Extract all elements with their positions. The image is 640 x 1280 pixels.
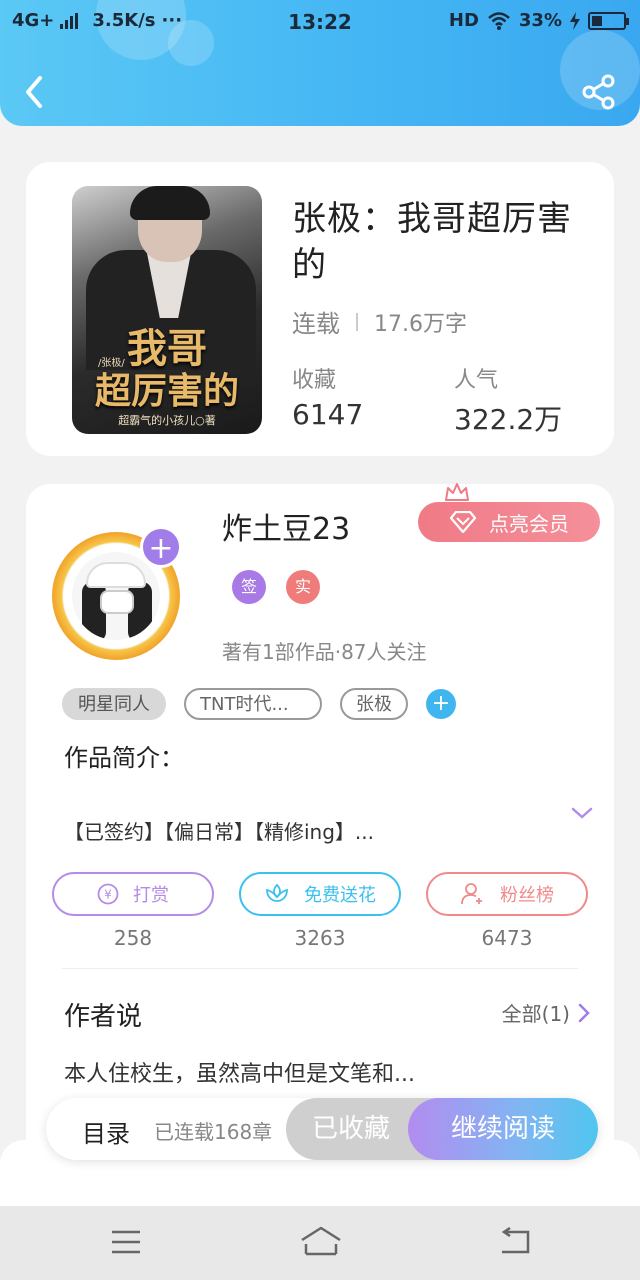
charging-icon — [570, 11, 580, 30]
tag-item[interactable]: TNT时代... — [184, 688, 322, 720]
chevron-right-icon — [578, 1003, 590, 1022]
meta-divider — [356, 312, 358, 331]
header-bar: 4G+ 3.5K/s ··· 13:22 HD 33% — [0, 0, 640, 126]
send-flower-label: 免费送花 — [304, 885, 376, 906]
fan-user-icon — [461, 883, 482, 905]
divider — [62, 968, 578, 969]
send-flower-button[interactable]: 免费送花 — [239, 872, 401, 916]
word-count: 17.6万字 — [374, 311, 467, 337]
tag-item[interactable]: 明星同人 — [62, 688, 166, 720]
verified-badge: 实 — [286, 570, 320, 604]
wifi-icon — [488, 11, 510, 30]
fan-ranking-label: 粉丝榜 — [500, 885, 554, 906]
crown-icon — [445, 483, 469, 501]
diamond-icon — [449, 511, 477, 533]
cover-title-line2: 超厉害的 — [94, 370, 239, 412]
flower-icon — [266, 883, 288, 902]
reward-label: 打赏 — [133, 885, 169, 906]
book-meta: 连载 17.6万字 — [292, 304, 467, 339]
vip-button[interactable]: 点亮会员 — [418, 502, 600, 542]
cover-author: 超霸气的小孩儿○著 — [118, 414, 216, 427]
author-says-all-link[interactable]: 全部(1) — [502, 998, 590, 1027]
reward-count: 258 — [113, 926, 153, 950]
popularity-label: 人气 — [454, 368, 499, 393]
bottom-action-bar: 目录 已连载168章 已收藏 继续阅读 — [46, 1098, 598, 1160]
yuan-coin-icon: ¥ — [97, 883, 119, 905]
favorites-value: 6147 — [292, 398, 364, 431]
author-name[interactable]: 炸土豆23 — [222, 504, 350, 548]
return-icon[interactable] — [496, 1224, 536, 1260]
all-label: 全部(1) — [501, 1002, 570, 1026]
tag-item[interactable]: 张极 — [340, 688, 408, 720]
book-info-card: 我哥 /张极/ 超厉害的 超霸气的小孩儿○著 张极：我哥超厉害的 连载 17.6… — [26, 162, 614, 456]
tag-list: 明星同人 TNT时代... 张极 + — [62, 688, 456, 720]
author-info: 著有1部作品·87人关注 — [222, 640, 427, 664]
intro-text[interactable]: 【已签约】【偏日常】【精修ing】... — [64, 816, 374, 845]
back-arrow-icon[interactable] — [20, 72, 50, 112]
favorites-label: 收藏 — [292, 368, 337, 393]
signed-badge: 签 — [232, 570, 266, 604]
book-title: 张极：我哥超厉害的 — [292, 199, 572, 285]
vip-button-label: 点亮会员 — [489, 511, 569, 536]
toc-info[interactable]: 已连载168章 — [154, 1116, 272, 1145]
book-status: 连载 — [292, 310, 340, 338]
follow-plus-icon[interactable]: + — [140, 526, 182, 568]
author-says-title: 作者说 — [64, 1002, 143, 1032]
avatar-image — [72, 552, 160, 640]
fan-ranking-button[interactable]: 粉丝榜 — [426, 872, 588, 916]
popularity-value: 322.2万 — [454, 403, 563, 436]
chevron-down-icon[interactable] — [570, 804, 594, 822]
author-card: + 炸土豆23 点亮会员 签 实 著有1部作品·87人关注 明星同人 TNT时代… — [26, 483, 614, 1204]
avatar-mask — [100, 590, 134, 614]
flower-count: 3263 — [294, 926, 346, 950]
reward-button[interactable]: ¥ 打赏 — [52, 872, 214, 916]
home-icon[interactable] — [298, 1224, 344, 1260]
intro-title: 作品简介： — [64, 744, 184, 772]
share-icon[interactable] — [582, 74, 616, 110]
avatar-cap — [86, 562, 146, 588]
book-cover[interactable]: 我哥 /张极/ 超厉害的 超霸气的小孩儿○著 — [72, 186, 262, 434]
cover-figure-hair — [130, 186, 210, 220]
menu-icon[interactable] — [106, 1224, 146, 1260]
author-says-text[interactable]: 本人住校生，虽然高中但是文笔和... — [64, 1056, 415, 1088]
continue-reading-button[interactable]: 继续阅读 — [408, 1098, 598, 1160]
battery-icon — [588, 11, 629, 30]
toc-button[interactable]: 目录 — [82, 1114, 130, 1149]
hd-label: HD — [448, 10, 479, 31]
battery-percent: 33% — [518, 10, 562, 31]
svg-text:¥: ¥ — [104, 888, 112, 902]
fan-count: 6473 — [481, 926, 533, 950]
add-tag-icon[interactable]: + — [426, 689, 456, 719]
system-nav-bar — [0, 1206, 640, 1280]
cover-tag: /张极/ — [98, 358, 125, 369]
status-bar: 4G+ 3.5K/s ··· 13:22 HD 33% — [0, 8, 640, 38]
